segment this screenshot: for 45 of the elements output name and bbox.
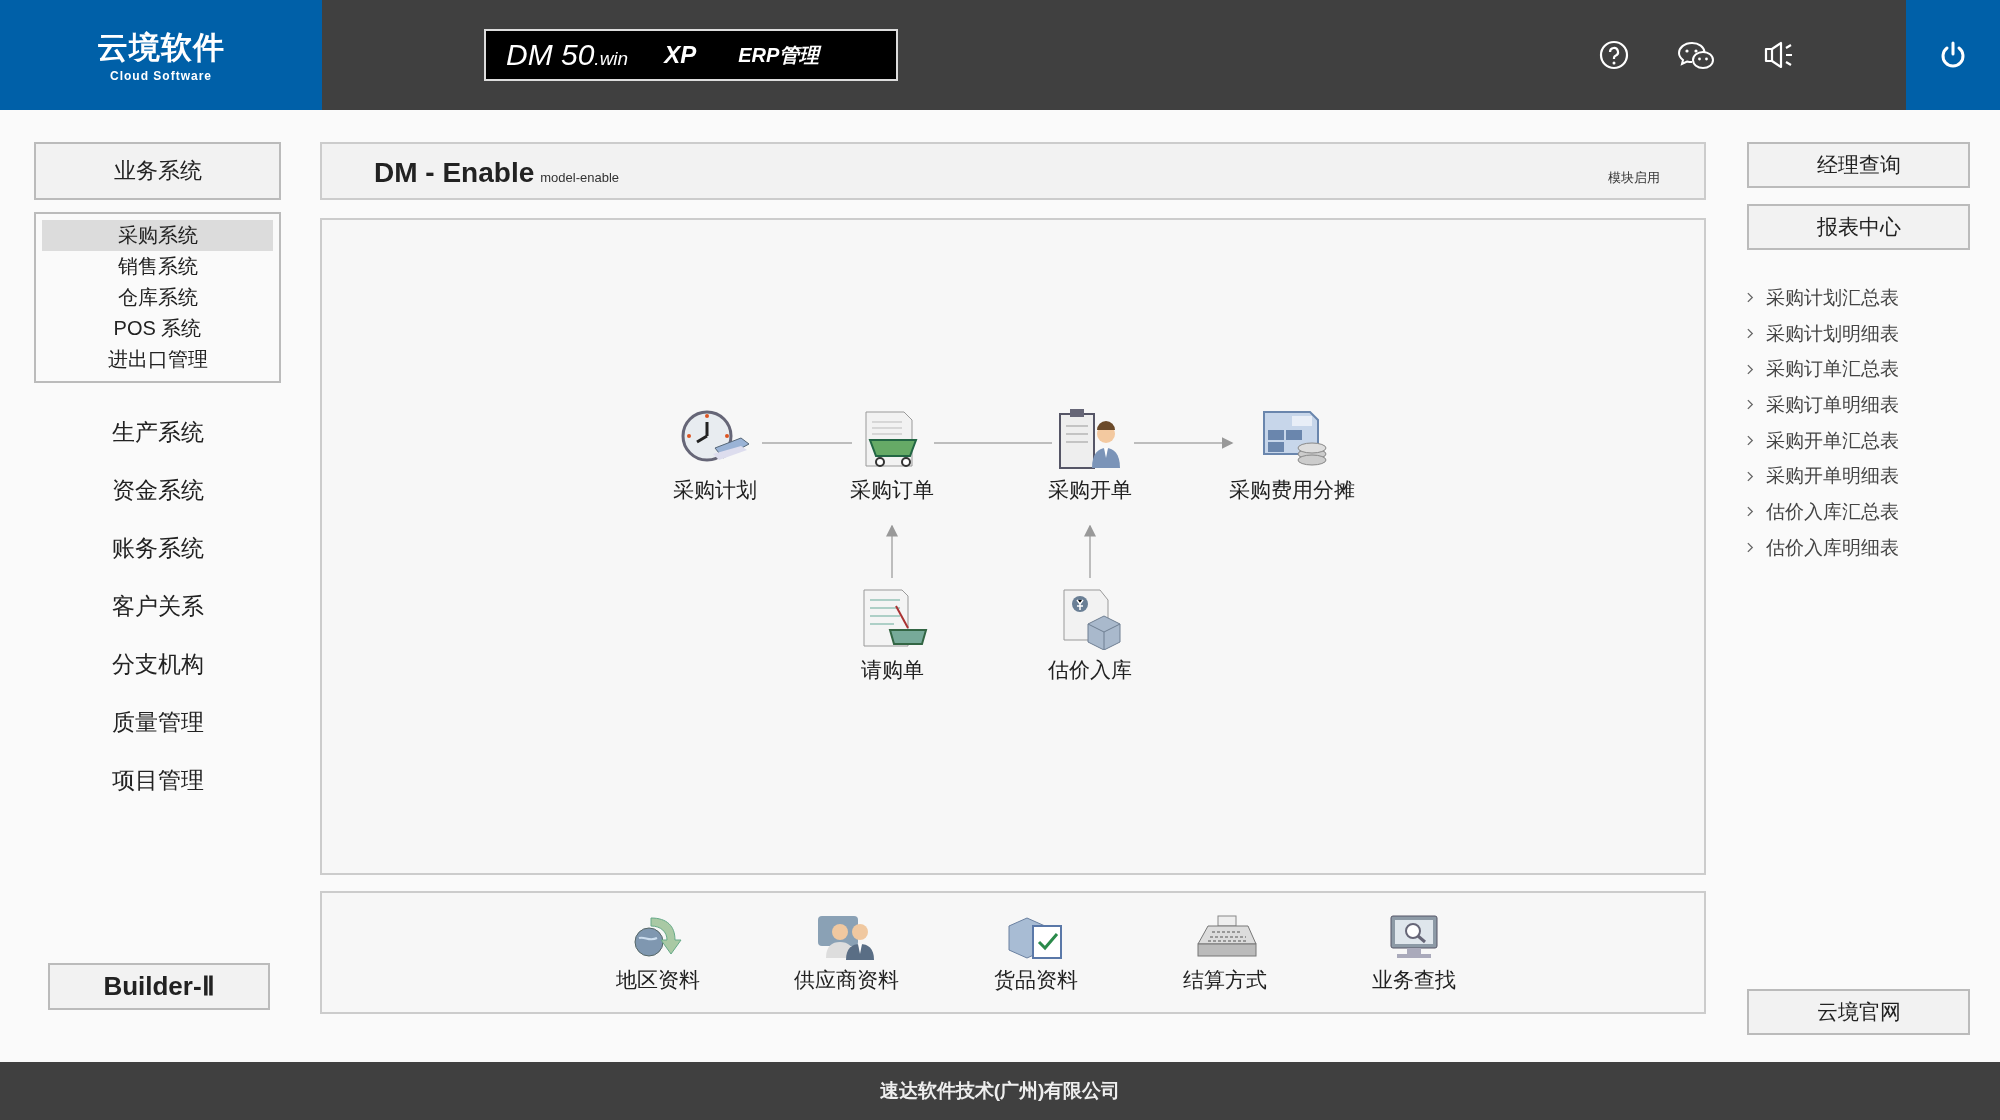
module-title: DM - Enable bbox=[374, 156, 535, 190]
nav-item[interactable]: 客户关系 bbox=[34, 577, 281, 635]
report-link[interactable]: 采购开单汇总表 bbox=[1766, 427, 1899, 454]
shortcut-label[interactable]: 业务查找 bbox=[1371, 965, 1456, 994]
report-button[interactable]: 报表中心 bbox=[1747, 204, 1970, 250]
nav-item[interactable]: 质量管理 bbox=[34, 693, 281, 751]
shortcut-label[interactable]: 结算方式 bbox=[1182, 965, 1267, 994]
submenu-item[interactable]: 仓库系统 bbox=[42, 282, 273, 313]
shortcut-label[interactable]: 供应商资料 bbox=[794, 965, 899, 994]
builder-button[interactable]: Builder-Ⅱ bbox=[48, 963, 270, 1010]
submenu-item[interactable]: 销售系统 bbox=[42, 251, 273, 282]
nav-item[interactable]: 账务系统 bbox=[34, 519, 281, 577]
website-button[interactable]: 云境官网 bbox=[1747, 989, 1970, 1035]
flow-node-label[interactable]: 估价入库 bbox=[1048, 656, 1132, 684]
report-link[interactable]: 采购开单明细表 bbox=[1766, 463, 1899, 490]
submenu-item[interactable]: 进出口管理 bbox=[42, 344, 273, 375]
module-subtitle: model-enable bbox=[540, 169, 619, 187]
report-link[interactable]: 估价入库明细表 bbox=[1766, 534, 1899, 561]
submenu-item[interactable]: POS 系统 bbox=[42, 313, 273, 344]
product-module: ERP管理 bbox=[738, 42, 820, 68]
report-button[interactable]: 经理查询 bbox=[1747, 142, 1970, 188]
flow-node-label[interactable]: 采购订单 bbox=[850, 476, 934, 504]
report-link[interactable]: 采购订单汇总表 bbox=[1766, 356, 1899, 383]
shortcut-label[interactable]: 货品资料 bbox=[993, 965, 1078, 994]
product-edition: XP bbox=[664, 41, 697, 69]
section-button[interactable]: 业务系统 bbox=[34, 142, 281, 200]
nav-item[interactable]: 生产系统 bbox=[34, 403, 281, 461]
flow-node-label[interactable]: 请购单 bbox=[860, 656, 924, 684]
submenu-item[interactable]: 采购系统 bbox=[42, 220, 273, 251]
module-tag: 模块启用 bbox=[1608, 149, 1660, 207]
report-link[interactable]: 采购订单明细表 bbox=[1766, 391, 1899, 418]
product-name: DM 50.win bbox=[506, 38, 629, 72]
company-name: 速达软件技术(广州)有限公司 bbox=[879, 1079, 1121, 1103]
flow-node-label[interactable]: 采购计划 bbox=[673, 476, 757, 504]
report-link[interactable]: 采购计划汇总表 bbox=[1766, 284, 1899, 311]
logo-subtitle: Cloud Software bbox=[110, 69, 212, 83]
flow-node-label[interactable]: 采购费用分摊 bbox=[1229, 476, 1355, 504]
flow-node-label[interactable]: 采购开单 bbox=[1048, 476, 1132, 504]
nav-item[interactable]: 分支机构 bbox=[34, 635, 281, 693]
report-link[interactable]: 估价入库汇总表 bbox=[1766, 498, 1899, 525]
shortcut-label[interactable]: 地区资料 bbox=[615, 965, 700, 994]
logo-title: 云境软件 bbox=[97, 29, 225, 67]
report-link[interactable]: 采购计划明细表 bbox=[1766, 320, 1899, 347]
nav-item[interactable]: 资金系统 bbox=[34, 461, 281, 519]
nav-item[interactable]: 项目管理 bbox=[34, 751, 281, 809]
